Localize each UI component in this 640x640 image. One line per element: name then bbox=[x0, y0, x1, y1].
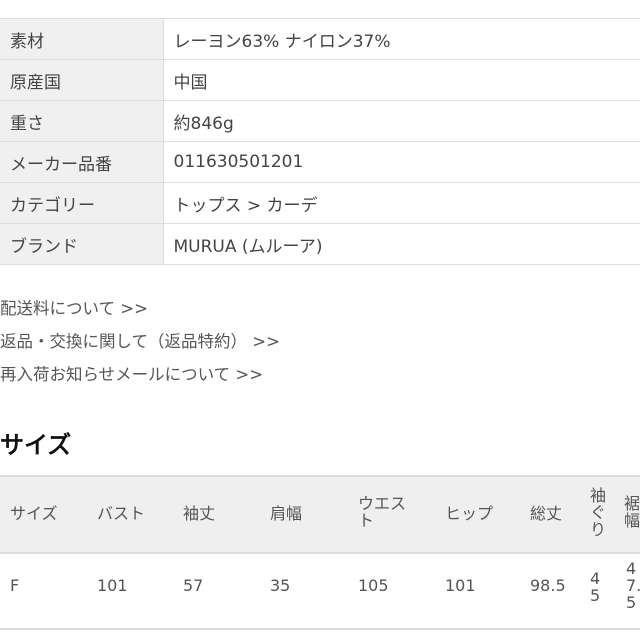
spec-label: ブランド bbox=[0, 223, 164, 265]
cell: 57 bbox=[183, 576, 204, 595]
col-header: 総丈 bbox=[530, 504, 563, 523]
cell: 45 bbox=[590, 569, 601, 605]
cell: 105 bbox=[358, 576, 389, 595]
size-table-header: サイズ バスト 袖丈 肩幅 ウエスト ヒップ 総丈 袖ぐり 裾幅 bbox=[0, 477, 640, 554]
returns-link[interactable]: 返品・交換に関して（返品特約） >> bbox=[0, 325, 280, 358]
spec-value: MURUA (ムルーア) bbox=[163, 223, 640, 265]
cell: 47.5 bbox=[626, 559, 640, 612]
cell: 101 bbox=[97, 576, 128, 595]
spec-table: 素材 レーヨン63% ナイロン37% 原産国 中国 重さ 約846g メーカー品番 01163… bbox=[0, 18, 640, 265]
cell: F bbox=[10, 576, 20, 595]
spec-row: 重さ 約846g bbox=[0, 100, 640, 142]
shipping-link[interactable]: 配送料について >> bbox=[0, 292, 280, 325]
col-header: 袖丈 bbox=[183, 504, 216, 523]
col-header: サイズ bbox=[10, 504, 58, 523]
cell: 35 bbox=[270, 576, 291, 595]
col-header: 袖ぐり bbox=[590, 486, 607, 539]
spec-label: 重さ bbox=[0, 100, 164, 142]
size-heading: サイズ bbox=[0, 431, 72, 459]
spec-row: 原産国 中国 bbox=[0, 59, 640, 101]
spec-value: トップス > カーデ bbox=[163, 182, 640, 224]
spec-row: 素材 レーヨン63% ナイロン37% bbox=[0, 18, 640, 60]
col-header: バスト bbox=[97, 504, 146, 523]
cell: 101 bbox=[445, 576, 476, 595]
spec-label: 原産国 bbox=[0, 59, 164, 101]
spec-label: カテゴリー bbox=[0, 182, 164, 224]
restock-link[interactable]: 再入荷お知らせメールについて >> bbox=[0, 358, 280, 391]
size-table: サイズ バスト 袖丈 肩幅 ウエスト ヒップ 総丈 袖ぐり 裾幅 F 101 5… bbox=[0, 475, 640, 630]
col-header: ヒップ bbox=[445, 504, 494, 523]
spec-row: カテゴリー トップス > カーデ bbox=[0, 182, 640, 224]
spec-label: メーカー品番 bbox=[0, 141, 164, 183]
cell: 98.5 bbox=[530, 576, 566, 595]
spec-value: レーヨン63% ナイロン37% bbox=[163, 18, 640, 60]
col-header: ウエスト bbox=[358, 494, 407, 530]
spec-value: 約846g bbox=[163, 100, 640, 142]
col-header: 裾幅 bbox=[624, 494, 640, 530]
col-header: 肩幅 bbox=[270, 504, 303, 523]
spec-row: メーカー品番 011630501201 bbox=[0, 141, 640, 183]
spec-value: 011630501201 bbox=[163, 141, 640, 183]
spec-row: ブランド MURUA (ムルーア) bbox=[0, 223, 640, 265]
spec-value: 中国 bbox=[163, 59, 640, 101]
spec-label: 素材 bbox=[0, 18, 164, 60]
info-links: 配送料について >> 返品・交換に関して（返品特約） >> 再入荷お知らせメール… bbox=[0, 292, 280, 391]
